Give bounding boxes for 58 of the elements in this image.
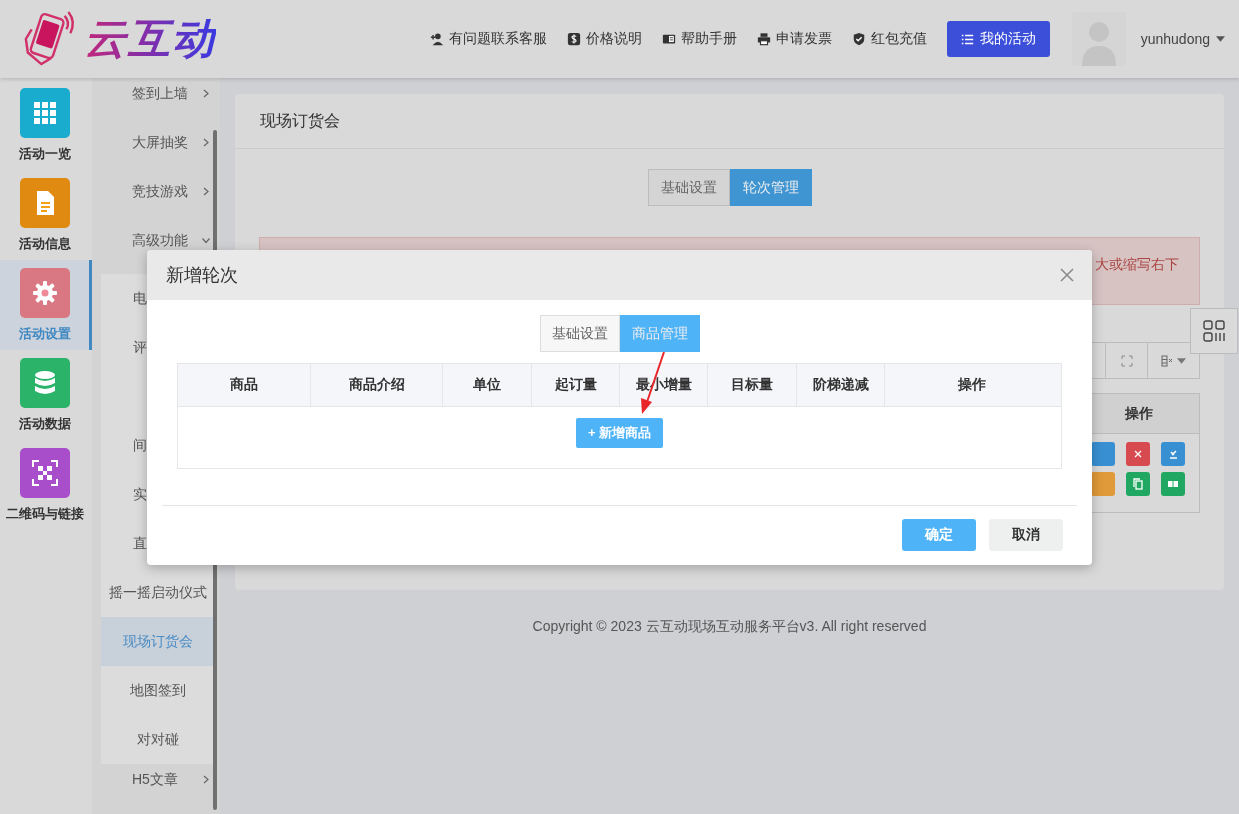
menu-item[interactable]: 大屏抽奖 [92,127,220,176]
printer-icon [756,32,771,46]
columns-button[interactable] [1147,342,1200,379]
columns-icon [1161,354,1173,367]
action-button[interactable] [1091,472,1115,496]
action-button[interactable] [1161,472,1185,496]
list-icon [960,32,974,46]
sidebar-item[interactable]: 活动信息 [0,170,92,260]
dollar-icon [566,32,581,46]
tab[interactable]: 基础设置 [539,315,620,352]
column-header: 起订量 [532,364,620,406]
sidebar-item[interactable]: 活动一览 [0,80,92,170]
close-icon [1132,448,1144,460]
my-activities-button[interactable]: 我的活动 [946,21,1050,57]
column-header: 商品 [178,364,311,406]
fullscreen-icon [1120,354,1133,367]
layout-icon [1203,320,1225,342]
close-icon[interactable] [1060,268,1074,282]
sidebar-item[interactable]: 活动数据 [0,350,92,440]
book-icon [661,32,676,46]
header-link[interactable]: 帮助手册 [661,30,737,48]
alert-text: 大或缩写右下 [1095,256,1179,274]
fullscreen-button[interactable] [1105,342,1148,379]
column-header: 阶梯递减 [797,364,885,406]
dialog-title: 新增轮次 [166,264,238,287]
tab[interactable]: 轮次管理 [729,169,812,206]
column-header: 商品介绍 [311,364,443,406]
column-header: 目标量 [708,364,797,406]
column-header: 操作 [1124,403,1154,423]
column-header: 操作 [957,375,987,394]
copyright-text: Copyright © 2023 云互动现场互动服务平台v3. All right reserved [531,618,928,636]
caret-icon [1216,36,1225,42]
grid-toggle-button[interactable] [1190,308,1238,354]
caret-icon [1177,357,1186,364]
header-link[interactable]: 申请发票 [756,30,832,48]
tab[interactable]: 基础设置 [647,169,730,206]
panel-title: 现场订货会 [260,110,340,131]
header-link[interactable]: 有问题联系客服 [429,30,547,48]
header-link[interactable]: 价格说明 [566,30,642,48]
sidebar-item[interactable]: 二维码与链接 [0,440,92,530]
menu-item[interactable]: 签到上墙 [92,78,220,127]
column-header: 单位 [443,364,532,406]
cancel-button[interactable]: 取消 [989,519,1063,551]
copy-icon [1132,478,1144,490]
menu-item[interactable]: 竞技游戏 [92,176,220,225]
user-menu[interactable]: yunhudong [1140,31,1225,47]
menu-item[interactable]: H5文章 [92,764,220,813]
card-icon [1167,478,1179,490]
menu-item[interactable]: 摇一摇启动仪式 [101,568,215,617]
action-button[interactable] [1161,442,1185,466]
menu-item[interactable]: 地图签到 [101,666,215,715]
menu-item[interactable]: 对对碰 [101,715,215,764]
shield-check-icon [851,32,866,46]
header-link[interactable]: 红包充值 [851,30,927,48]
action-button[interactable] [1091,442,1115,466]
action-button[interactable] [1126,472,1150,496]
add-user-icon [429,32,444,46]
action-button[interactable] [1126,442,1150,466]
